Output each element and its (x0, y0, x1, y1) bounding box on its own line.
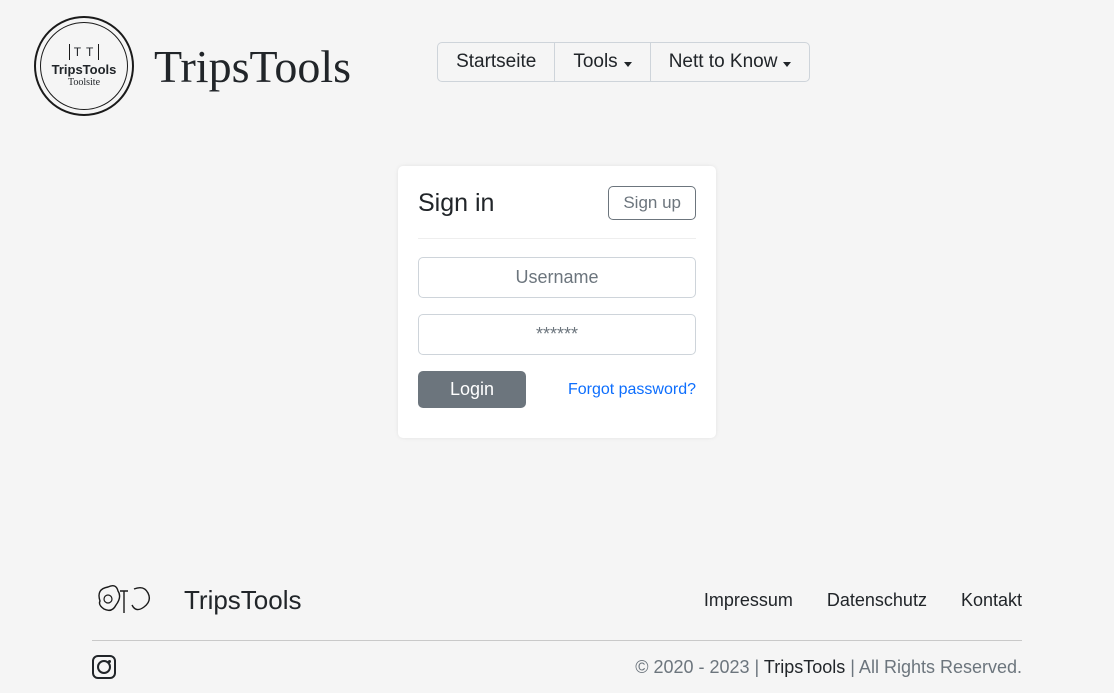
footer-impressum-link[interactable]: Impressum (704, 590, 793, 611)
nav-tools-label: Tools (573, 51, 617, 73)
instagram-icon[interactable] (92, 655, 116, 679)
logo-monogram: T T (69, 44, 100, 60)
footer-brand[interactable]: TripsTools (184, 585, 302, 616)
username-input[interactable] (418, 257, 696, 298)
nav-home-label: Startseite (456, 51, 536, 73)
nav: Startseite Tools Nett to Know (437, 42, 810, 82)
footer-logo-icon[interactable] (92, 578, 156, 622)
footer-kontakt-link[interactable]: Kontakt (961, 590, 1022, 611)
signin-card: Sign in Sign up Login Forgot password? (398, 166, 716, 438)
scribble-icon (94, 579, 154, 621)
caret-down-icon (624, 62, 632, 67)
login-button[interactable]: Login (418, 371, 526, 408)
logo-brand-small: TripsTools (52, 62, 117, 77)
logo-sub: Toolsite (68, 77, 100, 88)
caret-down-icon (783, 62, 791, 67)
nav-nett-button[interactable]: Nett to Know (650, 42, 811, 82)
logo[interactable]: T T TripsTools Toolsite (34, 16, 134, 116)
forgot-password-link[interactable]: Forgot password? (568, 381, 696, 399)
password-input[interactable] (418, 314, 696, 355)
copyright-prefix: © 2020 - 2023 | (635, 657, 764, 677)
signup-button[interactable]: Sign up (608, 186, 696, 220)
signin-title: Sign in (418, 189, 494, 218)
brand-text[interactable]: TripsTools (154, 40, 351, 93)
nav-home-button[interactable]: Startseite (437, 42, 554, 82)
nav-tools-button[interactable]: Tools (554, 42, 649, 82)
footer-links: Impressum Datenschutz Kontakt (704, 590, 1022, 611)
copyright-suffix: | All Rights Reserved. (845, 657, 1022, 677)
nav-nett-label: Nett to Know (669, 51, 778, 73)
copyright: © 2020 - 2023 | TripsTools | All Rights … (635, 657, 1022, 678)
footer-datenschutz-link[interactable]: Datenschutz (827, 590, 927, 611)
copyright-brand: TripsTools (764, 657, 845, 677)
